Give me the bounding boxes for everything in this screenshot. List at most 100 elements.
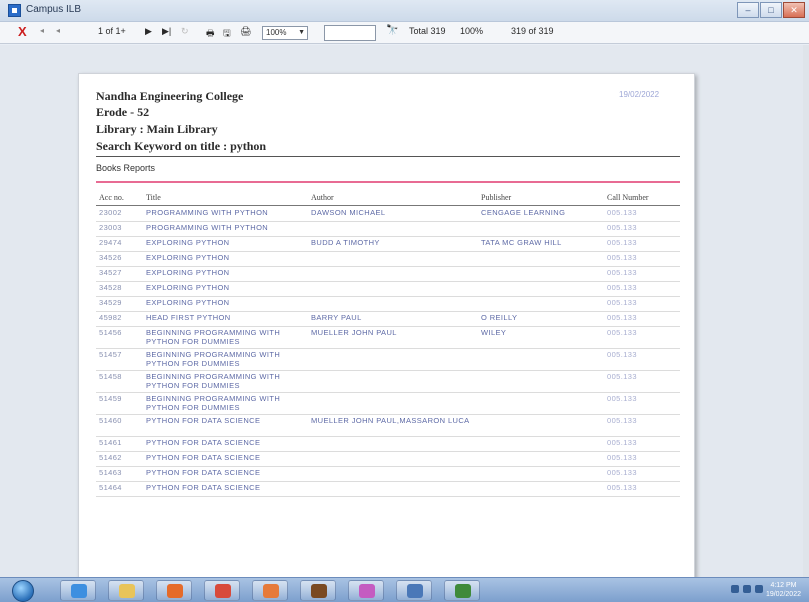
zoom-value: 100% bbox=[266, 28, 287, 37]
table-row: 34527 EXPLORING PYTHON 005.133 bbox=[79, 268, 696, 283]
call-number-cell: 005.133 bbox=[607, 438, 637, 447]
call-number-cell: 005.133 bbox=[607, 313, 637, 322]
clock[interactable]: 4:12 PM 19/02/2022 bbox=[766, 581, 801, 599]
row-divider bbox=[96, 221, 680, 222]
firefox-taskbar-icon[interactable] bbox=[156, 580, 192, 601]
binoculars-icon[interactable]: 🔭 bbox=[386, 25, 398, 36]
row-divider bbox=[96, 326, 680, 327]
paint-taskbar-icon[interactable] bbox=[348, 580, 384, 601]
divider-accent bbox=[96, 181, 680, 183]
table-row: 29474 EXPLORING PYTHON BUDD A TIMOTHY TATA … bbox=[79, 238, 696, 253]
title-cell: EXPLORING PYTHON bbox=[146, 283, 230, 292]
row-divider bbox=[96, 281, 680, 282]
section-title: Books Reports bbox=[96, 163, 156, 173]
search-keyword: Search Keyword on title : python bbox=[96, 139, 267, 153]
call-number-cell: 005.133 bbox=[607, 483, 637, 492]
title-cell: EXPLORING PYTHON bbox=[146, 253, 230, 262]
row-divider bbox=[96, 466, 680, 467]
table-row: 23002 PROGRAMMING WITH PYTHON DAWSON MICHA… bbox=[79, 208, 696, 223]
close-report-icon[interactable]: X bbox=[18, 24, 27, 39]
table-row: 45982 HEAD FIRST PYTHON BARRY PAUL O REILLY… bbox=[79, 313, 696, 328]
row-divider bbox=[96, 414, 680, 415]
next-page-icon[interactable]: ▶ bbox=[145, 26, 152, 37]
find-input[interactable] bbox=[324, 25, 376, 41]
acc-cell: 51460 bbox=[99, 416, 122, 425]
title-cell: PYTHON FOR DATA SCIENCE bbox=[146, 483, 261, 492]
call-number-cell: 005.133 bbox=[607, 350, 637, 359]
maximize-button[interactable]: □ bbox=[760, 2, 782, 18]
report-page: Nandha Engineering College Erode - 52 Li… bbox=[78, 73, 695, 577]
acc-cell: 29474 bbox=[99, 238, 122, 247]
refresh-icon[interactable]: ↻ bbox=[181, 26, 189, 37]
title-cell: PYTHON FOR DATA SCIENCE bbox=[146, 438, 261, 447]
report-viewer[interactable]: Nandha Engineering College Erode - 52 Li… bbox=[0, 45, 809, 577]
app-icon bbox=[8, 4, 21, 17]
table-row: 34528 EXPLORING PYTHON 005.133 bbox=[79, 283, 696, 298]
export-icon[interactable]: 🖫 bbox=[223, 26, 231, 42]
call-number-cell: 005.133 bbox=[607, 208, 637, 217]
table-row: 51460 PYTHON FOR DATA SCIENCE MUELLER JOHN… bbox=[79, 416, 696, 438]
call-number-cell: 005.133 bbox=[607, 238, 637, 247]
print-icon[interactable]: 🖶 bbox=[206, 26, 215, 42]
zoom-select[interactable]: 100% ▼ bbox=[262, 26, 308, 40]
taskbar: 4:12 PM 19/02/2022 bbox=[0, 577, 809, 602]
row-divider bbox=[96, 311, 680, 312]
table-row: 34529 EXPLORING PYTHON 005.133 bbox=[79, 298, 696, 313]
publisher-cell: O REILLY bbox=[481, 313, 518, 322]
tray-icon[interactable] bbox=[731, 585, 739, 593]
window-title: Campus ILB bbox=[26, 4, 82, 15]
column-header-title: Title bbox=[146, 193, 161, 202]
call-number-cell: 005.133 bbox=[607, 223, 637, 232]
call-number-cell: 005.133 bbox=[607, 453, 637, 462]
row-divider bbox=[96, 266, 680, 267]
app-taskbar-icon[interactable] bbox=[300, 580, 336, 601]
college-city: Erode - 52 bbox=[96, 105, 150, 119]
acc-cell: 51462 bbox=[99, 453, 122, 462]
college-name: Nandha Engineering College bbox=[96, 89, 244, 103]
header-divider bbox=[96, 205, 680, 206]
table-row: 51457 BEGINNING PROGRAMMING WITH PYTHON F… bbox=[79, 350, 696, 372]
excel-taskbar-icon[interactable] bbox=[444, 580, 480, 601]
minimize-button[interactable]: – bbox=[737, 2, 759, 18]
publisher-cell: TATA MC GRAW HILL bbox=[481, 238, 562, 247]
ie-taskbar-icon[interactable] bbox=[60, 580, 96, 601]
row-divider bbox=[96, 236, 680, 237]
vertical-scrollbar[interactable] bbox=[803, 45, 809, 577]
clock-time: 4:12 PM bbox=[770, 582, 797, 589]
call-number-cell: 005.133 bbox=[607, 268, 637, 277]
row-divider bbox=[96, 496, 680, 497]
network-icon[interactable] bbox=[743, 585, 751, 593]
calculator-taskbar-icon[interactable] bbox=[396, 580, 432, 601]
opera-taskbar-icon[interactable] bbox=[252, 580, 288, 601]
call-number-cell: 005.133 bbox=[607, 283, 637, 292]
title-cell: BEGINNING PROGRAMMING WITH PYTHON FOR DU… bbox=[146, 372, 281, 390]
acc-cell: 34529 bbox=[99, 298, 122, 307]
title-cell: PYTHON FOR DATA SCIENCE bbox=[146, 416, 261, 425]
table-row: 51459 BEGINNING PROGRAMMING WITH PYTHON F… bbox=[79, 394, 696, 416]
chrome-taskbar-icon[interactable] bbox=[204, 580, 240, 601]
report-toolbar: X ◂ ◂ 1 of 1+ ▶ ▶| ↻ 🖶 🖫 🖨 100% ▼ 🔭 Tota… bbox=[0, 22, 809, 44]
call-number-cell: 005.133 bbox=[607, 394, 637, 403]
acc-cell: 23003 bbox=[99, 223, 122, 232]
table-row: 51464 PYTHON FOR DATA SCIENCE 005.133 bbox=[79, 483, 696, 498]
explorer-taskbar-icon[interactable] bbox=[108, 580, 144, 601]
library-name: Library : Main Library bbox=[96, 122, 218, 136]
window-controls: – □ ✕ bbox=[736, 2, 805, 18]
report-date: 19/02/2022 bbox=[619, 90, 660, 99]
chevron-down-icon: ▼ bbox=[298, 29, 305, 36]
page-setup-icon[interactable]: 🖨 bbox=[240, 26, 251, 37]
last-page-icon[interactable]: ▶| bbox=[162, 26, 171, 37]
call-number-cell: 005.133 bbox=[607, 372, 637, 381]
title-bar: Campus ILB – □ ✕ bbox=[0, 0, 809, 22]
first-page-icon[interactable]: ◂ bbox=[40, 26, 44, 35]
table-row: 51463 PYTHON FOR DATA SCIENCE 005.133 bbox=[79, 468, 696, 483]
table-row: 23003 PROGRAMMING WITH PYTHON 005.133 bbox=[79, 223, 696, 238]
volume-icon[interactable] bbox=[755, 585, 763, 593]
call-number-cell: 005.133 bbox=[607, 468, 637, 477]
prev-page-icon[interactable]: ◂ bbox=[56, 26, 60, 35]
close-window-button[interactable]: ✕ bbox=[783, 2, 805, 18]
title-cell: PROGRAMMING WITH PYTHON bbox=[146, 208, 269, 217]
row-divider bbox=[96, 348, 680, 349]
table-row: 51456 BEGINNING PROGRAMMING WITH PYTHON F… bbox=[79, 328, 696, 350]
start-button[interactable] bbox=[12, 580, 34, 602]
